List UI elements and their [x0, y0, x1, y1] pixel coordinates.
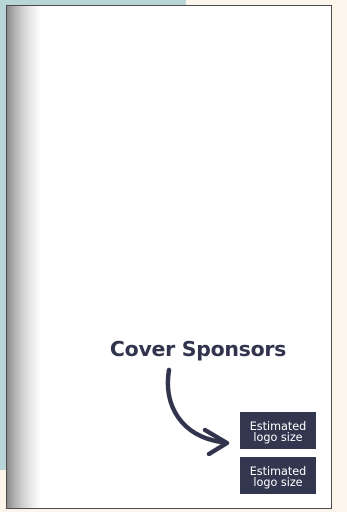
curved-arrow-icon [165, 367, 230, 456]
logo-placeholder-2: Estimated logo size [240, 457, 316, 494]
page-heading: Cover Sponsors [109, 337, 287, 361]
spine-shadow [7, 6, 41, 508]
logo-placeholder-1: Estimated logo size [240, 412, 316, 449]
logo-placeholder-label: Estimated logo size [249, 419, 307, 444]
brochure-page: Cover Sponsors Estimated logo size Estim… [6, 5, 332, 509]
canvas: Cover Sponsors Estimated logo size Estim… [0, 0, 347, 512]
logo-placeholder-label: Estimated logo size [249, 464, 307, 489]
